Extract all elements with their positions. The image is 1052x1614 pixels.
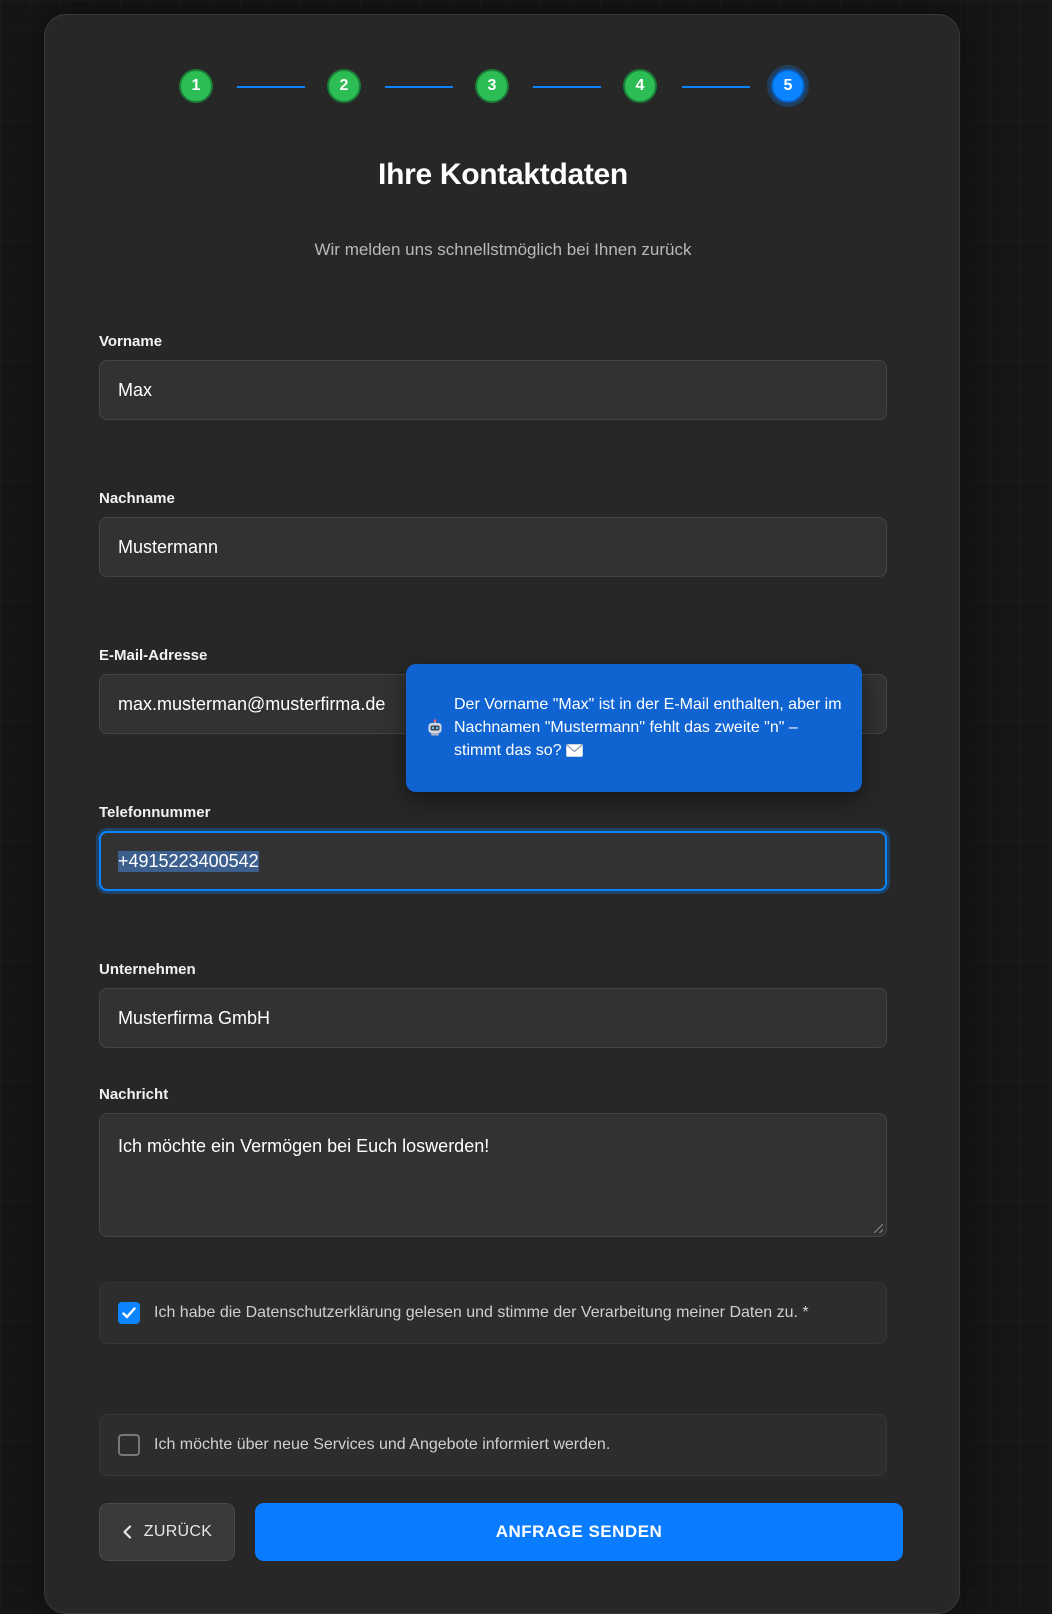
step-3: 3 xyxy=(475,69,509,103)
ai-hint-text: Der Vorname "Max" ist in der E-Mail enth… xyxy=(454,695,842,759)
privacy-consent-row[interactable]: Ich habe die Datenschutzerklärung gelese… xyxy=(99,1282,887,1344)
page-title: Ihre Kontaktdaten xyxy=(378,158,628,191)
first-name-input[interactable]: Max xyxy=(99,360,887,420)
chevron-left-icon xyxy=(122,1525,132,1539)
progress-stepper: 1 2 3 4 5 xyxy=(45,69,961,107)
back-button-label: ZURÜCK xyxy=(143,1523,213,1540)
send-button-label: ANFRAGE SENDEN xyxy=(495,1522,663,1541)
company-label: Unternehmen xyxy=(99,961,196,978)
last-name-value: Mustermann xyxy=(118,536,219,557)
first-name-label: Vorname xyxy=(99,333,163,350)
envelope-icon xyxy=(565,741,583,764)
newsletter-optin-label: Ich möchte über neue Services und Angebo… xyxy=(154,1436,611,1453)
step-2: 2 xyxy=(327,69,361,103)
email-label: E-Mail-Adresse xyxy=(99,647,208,664)
step-4: 4 xyxy=(623,69,657,103)
company-value: Musterfirma GmbH xyxy=(118,1007,271,1028)
back-button[interactable]: ZURÜCK xyxy=(99,1503,235,1561)
robot-icon xyxy=(426,719,444,737)
privacy-consent-label: Ich habe die Datenschutzerklärung gelese… xyxy=(154,1304,809,1321)
page-subtitle: Wir melden uns schnellstmöglich bei Ihne… xyxy=(314,240,692,259)
newsletter-optin-row[interactable]: Ich möchte über neue Services und Angebo… xyxy=(99,1414,887,1476)
ai-hint-message: Der Vorname "Max" ist in der E-Mail enth… xyxy=(454,693,844,764)
message-textarea[interactable]: Ich möchte ein Vermögen bei Euch loswerd… xyxy=(99,1113,887,1237)
step-1: 1 xyxy=(179,69,213,103)
step-connector xyxy=(385,86,453,88)
step-connector xyxy=(682,86,750,88)
newsletter-optin-checkbox[interactable] xyxy=(118,1434,140,1456)
phone-label: Telefonnummer xyxy=(99,804,211,821)
privacy-consent-checkbox[interactable] xyxy=(118,1302,140,1324)
message-label: Nachricht xyxy=(99,1086,169,1103)
first-name-value: Max xyxy=(118,379,153,400)
last-name-input[interactable]: Mustermann xyxy=(99,517,887,577)
phone-value: +4915223400542 xyxy=(118,850,259,872)
ai-hint-tooltip: Der Vorname "Max" ist in der E-Mail enth… xyxy=(406,664,862,792)
send-request-button[interactable]: ANFRAGE SENDEN xyxy=(255,1503,903,1561)
resize-handle[interactable] xyxy=(874,1224,883,1233)
email-value: max.musterman@musterfirma.de xyxy=(118,693,386,714)
step-connector xyxy=(533,86,601,88)
step-5-current: 5 xyxy=(771,69,805,103)
last-name-label: Nachname xyxy=(99,490,175,507)
form-card: 1 2 3 4 5 Ihre Kontaktdaten Wir melden u… xyxy=(44,14,960,1614)
message-value: Ich möchte ein Vermögen bei Euch loswerd… xyxy=(118,1136,490,1156)
phone-input[interactable]: +4915223400542 xyxy=(99,831,887,891)
company-input[interactable]: Musterfirma GmbH xyxy=(99,988,887,1048)
step-connector xyxy=(237,86,305,88)
checkmark-icon xyxy=(122,1307,136,1319)
